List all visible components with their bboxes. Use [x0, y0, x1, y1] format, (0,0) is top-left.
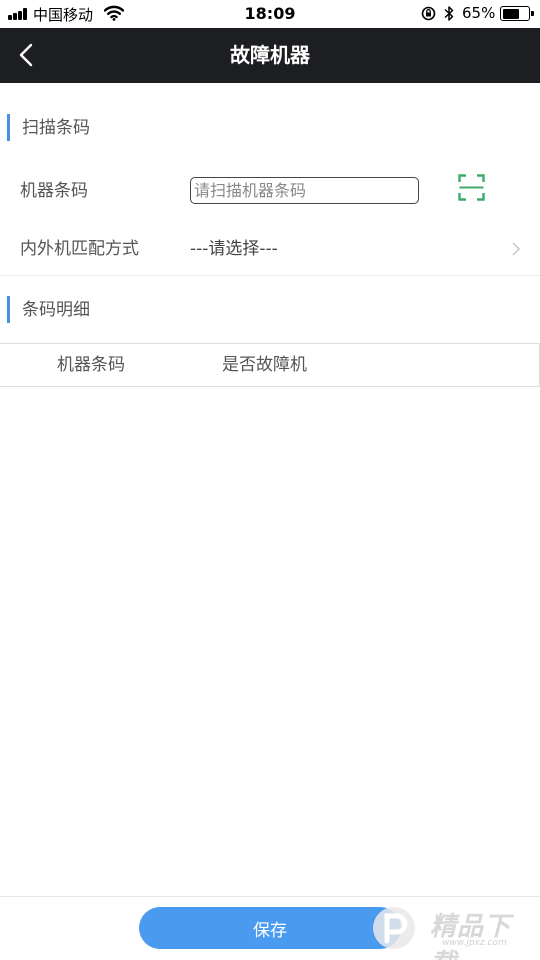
column-header-barcode: 机器条码: [57, 355, 125, 375]
page-title: 故障机器: [230, 43, 310, 67]
chevron-right-icon: [512, 242, 520, 256]
watermark-url: www.jpxz.com: [442, 938, 507, 948]
column-header-is-faulty: 是否故障机: [222, 355, 307, 375]
status-bar: 中国移动 18:09 65%: [0, 0, 540, 28]
battery-percent: 65%: [462, 4, 496, 22]
section-divider: [0, 275, 540, 276]
bluetooth-icon: [444, 6, 454, 21]
barcode-table-header: 机器条码 是否故障机: [0, 343, 540, 387]
barcode-label: 机器条码: [20, 181, 88, 201]
battery-icon: [500, 6, 534, 21]
match-mode-label: 内外机匹配方式: [20, 239, 139, 259]
battery-level-fill: [502, 8, 519, 19]
section-title-detail: 条码明细: [22, 300, 90, 320]
watermark-logo-icon: [373, 907, 415, 949]
watermark: 精品下载 www.jpxz.com: [372, 900, 536, 960]
match-mode-value[interactable]: ---请选择---: [190, 237, 278, 261]
section-accent-bar: [7, 296, 10, 323]
save-button[interactable]: 保存: [139, 907, 401, 949]
section-title-scan: 扫描条码: [22, 118, 90, 138]
status-time: 18:09: [244, 4, 296, 23]
section-accent-bar: [7, 114, 10, 141]
section-header-detail: 条码明细: [0, 290, 540, 330]
rotation-lock-icon: [421, 6, 436, 21]
scan-icon[interactable]: [458, 174, 485, 201]
nav-bar: 故障机器: [0, 28, 540, 83]
barcode-input[interactable]: [190, 177, 419, 204]
section-header-scan: 扫描条码: [0, 108, 540, 148]
watermark-text: 精品下载: [430, 912, 512, 960]
